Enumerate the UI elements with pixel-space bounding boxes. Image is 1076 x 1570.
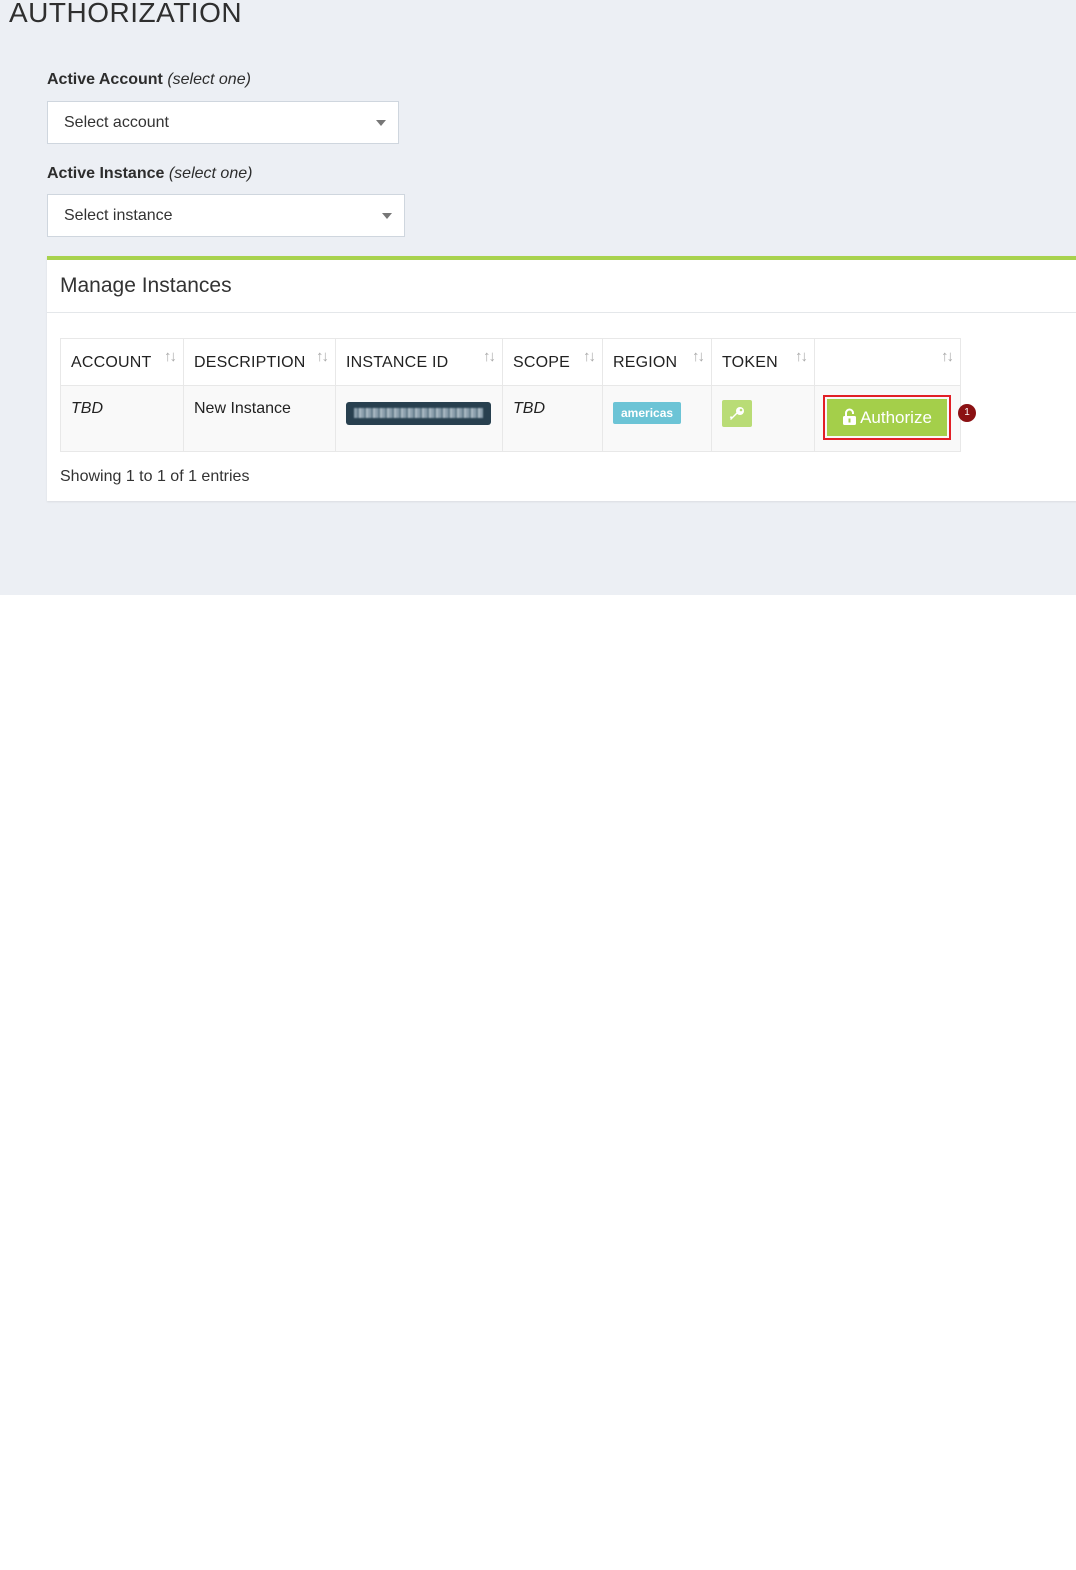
column-label: SCOPE [513,354,571,371]
cell-account: TBD [60,385,184,452]
sort-icon: ↑↓ [583,348,596,365]
redacted-instance-id [354,408,483,418]
instances-table: ACCOUNT ↑↓ DESCRIPTION ↑↓ INSTANCE ID ↑↓ SC… [60,338,961,452]
token-button[interactable] [722,400,752,427]
column-header-instance-id[interactable]: INSTANCE ID ↑↓ [335,338,503,386]
instance-select[interactable]: Select instance [47,194,405,237]
sort-icon: ↑↓ [941,348,954,365]
page-title: AUTHORIZATION [9,0,243,28]
column-label: INSTANCE ID [346,354,449,371]
column-label: REGION [613,354,678,371]
column-header-scope[interactable]: SCOPE ↑↓ [502,338,603,386]
cell-region: americas [602,385,712,452]
column-label: ACCOUNT [71,354,152,371]
column-header-region[interactable]: REGION ↑↓ [602,338,712,386]
column-header-description[interactable]: DESCRIPTION ↑↓ [183,338,336,386]
instance-select-value: Select instance [64,207,173,224]
instance-id-pill [346,402,491,425]
sort-icon: ↑↓ [164,348,177,365]
account-select-value: Select account [64,114,169,131]
column-label: TOKEN [722,354,778,371]
content-area: AUTHORIZATION Active Account (select one… [0,0,1076,595]
cell-instance-id [335,385,503,452]
authorize-highlight: Authorize [823,395,951,440]
instance-label-text: Active Instance [47,165,165,182]
authorize-button[interactable]: Authorize [827,399,947,436]
region-badge: americas [613,402,682,424]
key-icon [729,407,744,420]
sort-icon: ↑↓ [692,348,705,365]
cell-token [711,385,815,452]
cell-description: New Instance [183,385,336,452]
column-header-account[interactable]: ACCOUNT ↑↓ [60,338,184,386]
column-label: DESCRIPTION [194,354,306,371]
cell-scope: TBD [502,385,603,452]
panel-title: Manage Instances [60,274,232,297]
panel-divider [47,312,1076,313]
sort-icon: ↑↓ [316,348,329,365]
cell-action: Authorize [814,385,961,452]
chevron-down-icon [376,120,386,126]
table-info: Showing 1 to 1 of 1 entries [60,468,250,485]
authorize-label: Authorize [860,408,932,427]
column-header-actions[interactable]: ↑↓ [814,338,961,386]
account-label-hint: (select one) [167,71,251,88]
manage-instances-panel: Manage Instances ACCOUNT ↑↓ DESCRIPTION ↑↓… [47,256,1076,501]
table-row: TBD New Instance TBD americas Authorize [60,385,961,452]
account-field-label: Active Account (select one) [47,71,251,89]
unlock-icon [843,408,857,425]
account-select[interactable]: Select account [47,101,399,144]
annotation-marker: 1 [958,404,976,422]
table-header-row: ACCOUNT ↑↓ DESCRIPTION ↑↓ INSTANCE ID ↑↓ SC… [60,338,961,386]
sort-icon: ↑↓ [483,348,496,365]
instance-label-hint: (select one) [168,165,253,182]
sort-icon: ↑↓ [795,348,808,365]
column-header-token[interactable]: TOKEN ↑↓ [711,338,815,386]
chevron-down-icon [382,213,392,219]
account-label-text: Active Account [47,71,163,88]
instance-field-label: Active Instance (select one) [47,165,252,183]
